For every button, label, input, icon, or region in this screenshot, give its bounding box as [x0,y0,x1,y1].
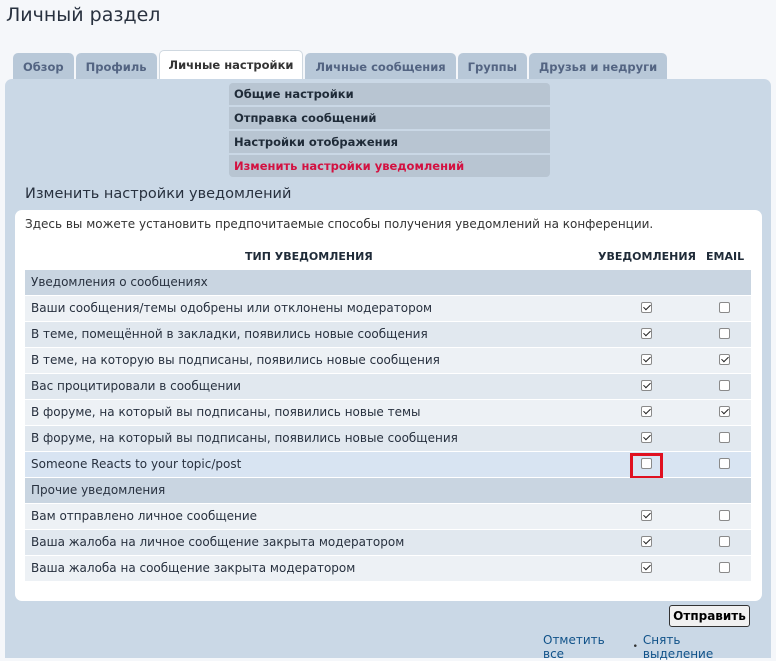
row-label: Ваша жалоба на личное сообщение закрыта … [31,535,405,549]
settings-subnav: Общие настройки Отправка сообщений Настр… [229,83,550,177]
notification-checkbox[interactable] [641,302,652,313]
email-checkbox[interactable] [719,432,730,443]
tab-friends-foes[interactable]: Друзья и недруги [529,53,668,79]
table-row: В теме, помещённой в закладки, появились… [25,322,751,348]
table-row: В теме, на которую вы подписаны, появили… [25,348,751,374]
tab-bar: Обзор Профиль Личные настройки Личные со… [13,50,668,79]
mark-links: Отметить все • Снять выделение [543,633,752,661]
section-title: Изменить настройки уведомлений [25,186,292,202]
row-label: В теме, помещённой в закладки, появились… [31,327,428,341]
email-checkbox[interactable] [719,380,730,391]
tab-personal-settings[interactable]: Личные настройки [158,50,304,79]
row-label: В теме, на которую вы подписаны, появили… [31,353,440,367]
notification-checkbox[interactable] [641,536,652,547]
email-checkbox[interactable] [719,510,730,521]
notification-checkbox[interactable] [641,510,652,521]
row-label: Ваша жалоба на сообщение закрыта модерат… [31,561,356,575]
unmark-all-link[interactable]: Снять выделение [643,633,752,661]
table-row: Вас процитировали в сообщении [25,374,751,400]
intro-text: Здесь вы можете установить предпочитаемы… [25,217,654,231]
email-checkbox[interactable] [719,354,730,365]
category-label: Прочие уведомления [31,483,166,497]
tab-profile[interactable]: Профиль [75,53,157,79]
row-label: Вас процитировали в сообщении [31,379,241,393]
header-type: ТИП УВЕДОМЛЕНИЯ [245,250,373,263]
page-title: Личный раздел [6,4,161,26]
tab-private-messages[interactable]: Личные сообщения [305,53,456,79]
link-separator: • [632,642,638,652]
notification-checkbox[interactable] [641,562,652,573]
table-row: Вам отправлено личное сообщение [25,504,751,530]
table-row: Ваша жалоба на сообщение закрыта модерат… [25,556,751,582]
table-row: В форуме, на который вы подписаны, появи… [25,400,751,426]
tab-groups[interactable]: Группы [457,53,528,79]
subnav-display-settings[interactable]: Настройки отображения [229,131,550,153]
submit-button[interactable]: Отправить [669,605,750,627]
notification-checkbox[interactable] [641,432,652,443]
header-notifications: УВЕДОМЛЕНИЯ [598,250,697,263]
email-checkbox[interactable] [719,328,730,339]
row-label: Вам отправлено личное сообщение [31,509,258,523]
subnav-general-settings[interactable]: Общие настройки [229,83,550,105]
subnav-posting-settings[interactable]: Отправка сообщений [229,107,550,129]
row-label: Ваши сообщения/темы одобрены или отклоне… [31,301,433,315]
notification-checkbox[interactable] [641,458,652,469]
table-row: В форуме, на который вы подписаны, появи… [25,426,751,452]
notification-checkbox[interactable] [641,354,652,365]
email-checkbox[interactable] [719,302,730,313]
notification-table: Уведомления о сообщениях Ваши сообщения/… [25,270,751,582]
notification-checkbox[interactable] [641,406,652,417]
table-row: Ваши сообщения/темы одобрены или отклоне… [25,296,751,322]
tab-overview[interactable]: Обзор [13,53,74,79]
row-label: Someone Reacts to your topic/post [31,457,242,471]
category-row: Прочие уведомления [25,478,751,504]
category-label: Уведомления о сообщениях [31,275,208,289]
subnav-notification-settings[interactable]: Изменить настройки уведомлений [229,155,550,177]
email-checkbox[interactable] [719,458,730,469]
email-checkbox[interactable] [719,562,730,573]
row-label: В форуме, на который вы подписаны, появи… [31,405,421,419]
table-header: ТИП УВЕДОМЛЕНИЯ УВЕДОМЛЕНИЯ EMAIL [25,248,751,268]
email-checkbox[interactable] [719,536,730,547]
row-label: В форуме, на который вы подписаны, появи… [31,431,458,445]
header-email: EMAIL [706,250,745,263]
table-row-highlighted: Someone Reacts to your topic/post [25,452,751,479]
email-checkbox[interactable] [719,406,730,417]
table-row: Ваша жалоба на личное сообщение закрыта … [25,530,751,556]
notification-checkbox[interactable] [641,328,652,339]
mark-all-link[interactable]: Отметить все [543,633,628,661]
category-row: Уведомления о сообщениях [25,270,751,296]
notification-checkbox[interactable] [641,380,652,391]
